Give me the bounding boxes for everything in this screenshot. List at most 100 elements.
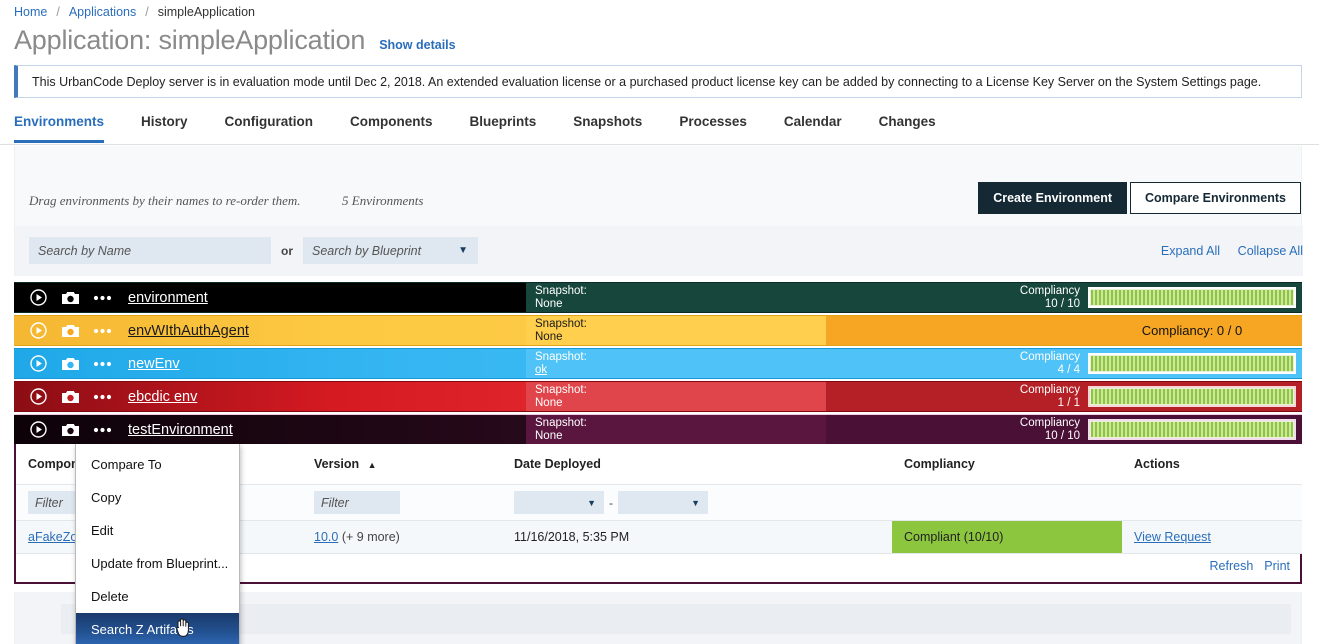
cell-version: 10.0 (+ 9 more) <box>302 520 502 554</box>
next-environment-placeholder <box>61 604 1291 634</box>
environment-row[interactable]: newEnv Snapshot: ok Compliancy 4 / 4 <box>14 348 1302 379</box>
compliancy-bar-fill <box>1091 356 1293 371</box>
cell-actions: View Request <box>1122 520 1302 554</box>
environment-row-left: testEnvironment <box>14 415 526 444</box>
context-menu-item-delete[interactable]: Delete <box>76 580 239 613</box>
breadcrumb-item-home[interactable]: Home <box>14 5 47 19</box>
camera-icon[interactable] <box>54 315 86 346</box>
more-options-icon[interactable] <box>86 348 118 379</box>
context-menu-item-search-z-artifacts[interactable]: Search Z Artifacts <box>76 613 239 644</box>
column-header-version-label: Version <box>314 457 360 471</box>
environments-toolbar-panel: Drag environments by their names to re-o… <box>14 146 1303 276</box>
breadcrumb-separator: / <box>145 5 149 19</box>
compliancy-label-block: Compliancy 4 / 4 <box>1020 351 1080 377</box>
snapshot-value: None <box>535 396 563 409</box>
environment-snapshot-info: Snapshot: None <box>526 382 826 411</box>
snapshot-value: None <box>535 429 563 442</box>
banner-message: This UrbanCode Deploy server is in evalu… <box>32 74 1262 89</box>
compliancy-label: Compliancy <box>1019 383 1080 396</box>
tab-environments[interactable]: Environments <box>14 108 105 143</box>
tab-calendar[interactable]: Calendar <box>784 108 842 143</box>
compliancy-label-block: Compliancy 10 / 10 <box>1020 417 1080 443</box>
context-menu-item-edit[interactable]: Edit <box>76 514 239 547</box>
snapshot-value-link[interactable]: ok <box>535 364 826 377</box>
environment-row[interactable]: environment Snapshot: None Compliancy 10… <box>14 282 1302 313</box>
snapshot-value: None <box>535 297 563 310</box>
play-icon[interactable] <box>22 315 54 346</box>
more-options-icon[interactable] <box>86 414 118 445</box>
environment-name-link[interactable]: envWIthAuthAgent <box>128 323 249 339</box>
environment-row[interactable]: testEnvironment Snapshot: None Complianc… <box>14 414 1302 445</box>
play-icon[interactable] <box>22 381 54 412</box>
environment-snapshot-info: Snapshot: None <box>526 316 826 345</box>
context-menu-item-compare-to[interactable]: Compare To <box>76 448 239 481</box>
camera-icon[interactable] <box>54 348 86 379</box>
search-by-blueprint-select[interactable]: Search by Blueprint ▼ <box>303 237 478 264</box>
environment-name-link[interactable]: testEnvironment <box>128 422 233 438</box>
column-header-date-deployed[interactable]: Date Deployed <box>502 444 892 485</box>
environment-name-link[interactable]: environment <box>128 290 208 306</box>
environment-name-link[interactable]: newEnv <box>128 356 180 372</box>
compare-environments-button[interactable]: Compare Environments <box>1129 182 1301 214</box>
collapse-all-link[interactable]: Collapse All <box>1238 244 1303 258</box>
environment-row-left: environment <box>14 283 526 312</box>
cell-compliancy-status: Compliant (10/10) <box>892 520 1122 554</box>
more-options-icon[interactable] <box>86 381 118 412</box>
tab-snapshots[interactable]: Snapshots <box>573 108 642 143</box>
play-icon[interactable] <box>22 414 54 445</box>
compliancy-bar <box>1088 287 1296 308</box>
camera-icon[interactable] <box>54 414 86 445</box>
tab-components[interactable]: Components <box>350 108 433 143</box>
expand-all-link[interactable]: Expand All <box>1161 244 1220 258</box>
environment-snapshot-info: Snapshot: None <box>526 415 826 444</box>
create-environment-button[interactable]: Create Environment <box>978 182 1127 214</box>
column-header-version[interactable]: Version ▲ <box>302 444 502 485</box>
version-link[interactable]: 10.0 <box>314 530 338 544</box>
compliancy-label: Compliancy <box>1019 350 1080 363</box>
compliancy-label: Compliancy <box>1019 284 1080 297</box>
compliancy-label-block: Compliancy 1 / 1 <box>1020 384 1080 410</box>
environment-name-link[interactable]: ebcdic env <box>128 389 197 405</box>
camera-icon[interactable] <box>54 381 86 412</box>
environment-row[interactable]: ebcdic env Snapshot: None Compliancy 1 /… <box>14 381 1302 412</box>
more-options-icon[interactable] <box>86 282 118 313</box>
play-icon[interactable] <box>22 282 54 313</box>
column-header-compliancy[interactable]: Compliancy <box>892 444 1122 485</box>
compliancy-value: 10 / 10 <box>1044 429 1080 442</box>
compliancy-bar <box>1088 353 1296 374</box>
context-menu-item-copy[interactable]: Copy <box>76 481 239 514</box>
play-icon[interactable] <box>22 348 54 379</box>
date-to-select[interactable]: ▼ <box>618 491 708 514</box>
print-link[interactable]: Print <box>1264 559 1290 573</box>
more-options-icon[interactable] <box>86 315 118 346</box>
environment-compliancy: Compliancy: 0 / 0 <box>826 316 1302 345</box>
version-filter-input[interactable] <box>314 491 400 514</box>
camera-icon[interactable] <box>54 282 86 313</box>
table-footer-actions: Refresh Print <box>1210 559 1290 573</box>
or-label: or <box>281 244 293 258</box>
filter-cell-actions <box>1122 484 1302 521</box>
view-request-link[interactable]: View Request <box>1134 530 1211 544</box>
filter-cell-date: ▼ - ▼ <box>502 484 892 521</box>
context-menu-item-update-from-blueprint[interactable]: Update from Blueprint... <box>76 547 239 580</box>
environment-row[interactable]: envWIthAuthAgent Snapshot: None Complian… <box>14 315 1302 346</box>
date-from-select[interactable]: ▼ <box>514 491 604 514</box>
tab-configuration[interactable]: Configuration <box>225 108 313 143</box>
search-strip: or Search by Blueprint ▼ Expand All Coll… <box>15 226 1303 276</box>
cell-date-deployed: 11/16/2018, 5:35 PM <box>502 520 892 554</box>
compliancy-value: 4 / 4 <box>1057 363 1080 376</box>
show-details-link[interactable]: Show details <box>379 38 455 52</box>
filter-cell-version <box>302 484 502 521</box>
tab-changes[interactable]: Changes <box>879 108 936 143</box>
tab-history[interactable]: History <box>141 108 188 143</box>
breadcrumb-item-applications[interactable]: Applications <box>69 5 136 19</box>
search-by-name-input[interactable] <box>29 237 271 264</box>
compliancy-bar <box>1088 386 1296 407</box>
version-more-label: (+ 9 more) <box>341 530 400 544</box>
snapshot-label: Snapshot: <box>535 383 587 396</box>
refresh-link[interactable]: Refresh <box>1210 559 1254 573</box>
environment-list: environment Snapshot: None Compliancy 10… <box>14 282 1302 445</box>
tab-blueprints[interactable]: Blueprints <box>470 108 537 143</box>
environment-row-left: envWIthAuthAgent <box>14 316 526 345</box>
tab-processes[interactable]: Processes <box>679 108 747 143</box>
